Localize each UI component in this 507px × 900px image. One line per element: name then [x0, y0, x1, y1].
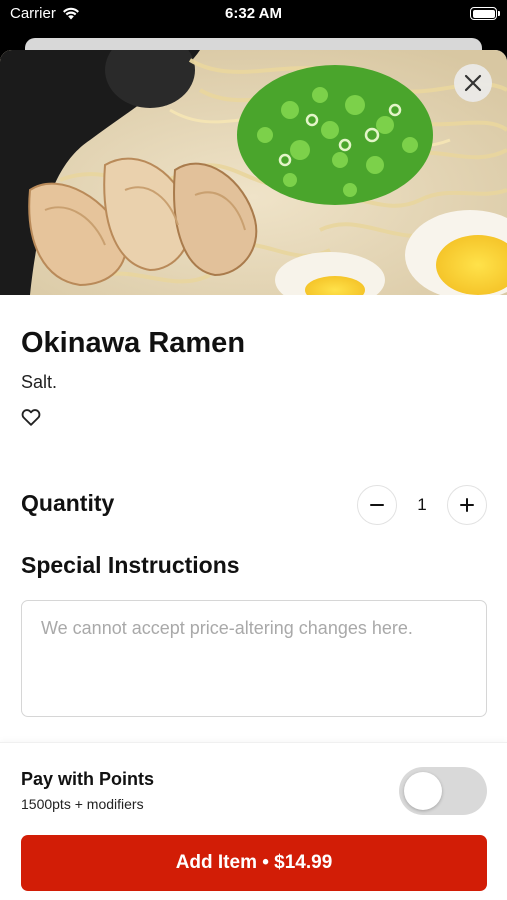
toggle-knob [404, 772, 442, 810]
special-instructions-field[interactable] [21, 600, 487, 717]
close-button[interactable] [454, 64, 492, 102]
add-item-button[interactable]: Add Item • $14.99 [21, 835, 487, 891]
increment-button[interactable] [447, 485, 487, 525]
pay-with-points-toggle[interactable] [399, 767, 487, 815]
points-detail: 1500pts + modifiers [21, 796, 144, 812]
status-time: 6:32 AM [225, 5, 282, 22]
decrement-button[interactable] [357, 485, 397, 525]
plus-icon [460, 498, 474, 512]
special-instructions-label: Special Instructions [21, 552, 240, 578]
favorite-button[interactable] [20, 406, 42, 428]
quantity-stepper: 1 [357, 485, 487, 525]
screen: Carrier 6:32 AM Okinawa Ramen Salt. Quan… [0, 0, 507, 900]
item-title: Okinawa Ramen [21, 327, 246, 359]
item-photo [0, 50, 507, 295]
close-icon [464, 74, 482, 92]
minus-icon [370, 504, 384, 506]
item-description: Salt. [21, 372, 58, 392]
quantity-label: Quantity [21, 490, 115, 516]
item-detail-sheet: Okinawa Ramen Salt. Quantity 1 Special I… [0, 50, 507, 900]
footer: Pay with Points 1500pts + modifiers Add … [0, 742, 507, 900]
pay-with-points-label: Pay with Points [21, 769, 155, 789]
quantity-value: 1 [417, 495, 427, 514]
battery-icon [470, 7, 500, 20]
heart-outline-icon [21, 409, 41, 426]
status-bar: Carrier 6:32 AM [0, 0, 507, 28]
